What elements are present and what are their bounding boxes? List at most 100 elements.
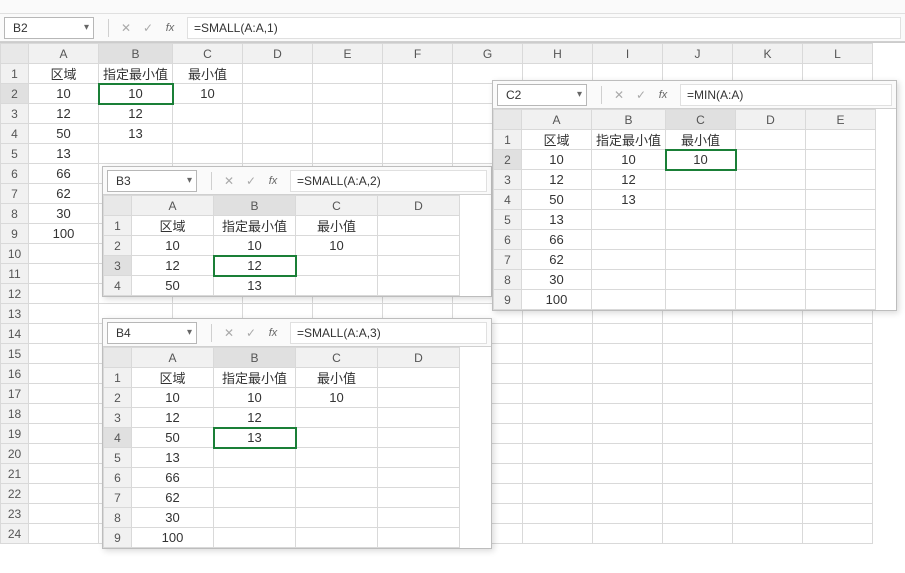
row-header-17[interactable]: 17 <box>1 384 29 404</box>
row-header-14[interactable]: 14 <box>1 324 29 344</box>
cell-E8[interactable] <box>806 270 876 290</box>
cell-H18[interactable] <box>523 404 593 424</box>
row-header-21[interactable]: 21 <box>1 464 29 484</box>
select-all-corner[interactable] <box>1 44 29 64</box>
row-header-18[interactable]: 18 <box>1 404 29 424</box>
cell-C3[interactable] <box>296 408 378 428</box>
row-header-3[interactable]: 3 <box>104 256 132 276</box>
cell-A7[interactable]: 62 <box>29 184 99 204</box>
cell-D1[interactable] <box>736 130 806 150</box>
row-header-4[interactable]: 4 <box>104 276 132 296</box>
cancel-icon[interactable]: ✕ <box>115 21 137 35</box>
row-header-11[interactable]: 11 <box>1 264 29 284</box>
col-header-B[interactable]: B <box>214 196 296 216</box>
enter-icon[interactable]: ✓ <box>630 88 652 102</box>
cell-J18[interactable] <box>663 404 733 424</box>
grid-c2[interactable]: ABCDE1区域指定最小值最小值210101031212450135136667… <box>493 109 876 310</box>
formula-input[interactable]: =SMALL(A:A,2) <box>290 170 487 192</box>
cell-D8[interactable] <box>378 508 460 528</box>
cell-L17[interactable] <box>803 384 873 404</box>
cell-C1[interactable]: 最小值 <box>666 130 736 150</box>
cell-D1[interactable] <box>243 64 313 84</box>
cell-L15[interactable] <box>803 344 873 364</box>
cell-D9[interactable] <box>378 528 460 548</box>
row-header-7[interactable]: 7 <box>494 250 522 270</box>
cell-H20[interactable] <box>523 444 593 464</box>
cell-C3[interactable] <box>296 256 378 276</box>
cell-K23[interactable] <box>733 504 803 524</box>
row-header-5[interactable]: 5 <box>1 144 29 164</box>
cell-D3[interactable] <box>736 170 806 190</box>
row-header-24[interactable]: 24 <box>1 524 29 544</box>
cell-I22[interactable] <box>593 484 663 504</box>
row-header-9[interactable]: 9 <box>104 528 132 548</box>
cell-C2[interactable]: 10 <box>296 236 378 256</box>
cell-A21[interactable] <box>29 464 99 484</box>
cell-E4[interactable] <box>313 124 383 144</box>
col-header-F[interactable]: F <box>383 44 453 64</box>
cell-A4[interactable]: 50 <box>29 124 99 144</box>
cell-D2[interactable] <box>736 150 806 170</box>
cell-D5[interactable] <box>243 144 313 164</box>
cell-K16[interactable] <box>733 364 803 384</box>
cell-I17[interactable] <box>593 384 663 404</box>
cell-B7[interactable] <box>214 488 296 508</box>
cell-L14[interactable] <box>803 324 873 344</box>
cell-A6[interactable]: 66 <box>29 164 99 184</box>
cell-C1[interactable]: 最小值 <box>173 64 243 84</box>
cell-A5[interactable]: 13 <box>522 210 592 230</box>
cell-A24[interactable] <box>29 524 99 544</box>
cell-E1[interactable] <box>313 64 383 84</box>
cell-I21[interactable] <box>593 464 663 484</box>
cell-H21[interactable] <box>523 464 593 484</box>
col-header-C[interactable]: C <box>296 196 378 216</box>
cell-C5[interactable] <box>296 448 378 468</box>
cell-C4[interactable] <box>296 428 378 448</box>
cell-C5[interactable] <box>173 144 243 164</box>
cell-B2[interactable]: 10 <box>592 150 666 170</box>
cell-D2[interactable] <box>243 84 313 104</box>
cell-B3[interactable]: 12 <box>592 170 666 190</box>
cell-A23[interactable] <box>29 504 99 524</box>
row-header-8[interactable]: 8 <box>104 508 132 528</box>
row-header-2[interactable]: 2 <box>104 388 132 408</box>
cell-B4[interactable]: 13 <box>592 190 666 210</box>
row-header-13[interactable]: 13 <box>1 304 29 324</box>
cell-L24[interactable] <box>803 524 873 544</box>
col-header-A[interactable]: A <box>132 348 214 368</box>
cell-C7[interactable] <box>296 488 378 508</box>
row-header-19[interactable]: 19 <box>1 424 29 444</box>
cell-B3[interactable]: 12 <box>214 256 296 276</box>
cell-A14[interactable] <box>29 324 99 344</box>
cell-I16[interactable] <box>593 364 663 384</box>
cell-E7[interactable] <box>806 250 876 270</box>
cell-E6[interactable] <box>806 230 876 250</box>
cell-B1[interactable]: 指定最小值 <box>99 64 173 84</box>
row-header-6[interactable]: 6 <box>1 164 29 184</box>
cell-B3[interactable]: 12 <box>214 408 296 428</box>
row-header-10[interactable]: 10 <box>1 244 29 264</box>
cell-H23[interactable] <box>523 504 593 524</box>
cell-K14[interactable] <box>733 324 803 344</box>
cell-D1[interactable] <box>378 216 460 236</box>
cell-C4[interactable] <box>173 124 243 144</box>
col-header-L[interactable]: L <box>803 44 873 64</box>
cell-B7[interactable] <box>592 250 666 270</box>
cell-A12[interactable] <box>29 284 99 304</box>
cell-F3[interactable] <box>383 104 453 124</box>
col-header-G[interactable]: G <box>453 44 523 64</box>
cell-C7[interactable] <box>666 250 736 270</box>
cell-A1[interactable]: 区域 <box>29 64 99 84</box>
cell-H16[interactable] <box>523 364 593 384</box>
cell-D1[interactable] <box>378 368 460 388</box>
select-all-corner[interactable] <box>494 110 522 130</box>
cell-C8[interactable] <box>296 508 378 528</box>
row-header-23[interactable]: 23 <box>1 504 29 524</box>
col-header-A[interactable]: A <box>29 44 99 64</box>
cell-D7[interactable] <box>736 250 806 270</box>
cell-K21[interactable] <box>733 464 803 484</box>
col-header-C[interactable]: C <box>173 44 243 64</box>
cell-H22[interactable] <box>523 484 593 504</box>
col-header-C[interactable]: C <box>296 348 378 368</box>
row-header-4[interactable]: 4 <box>494 190 522 210</box>
